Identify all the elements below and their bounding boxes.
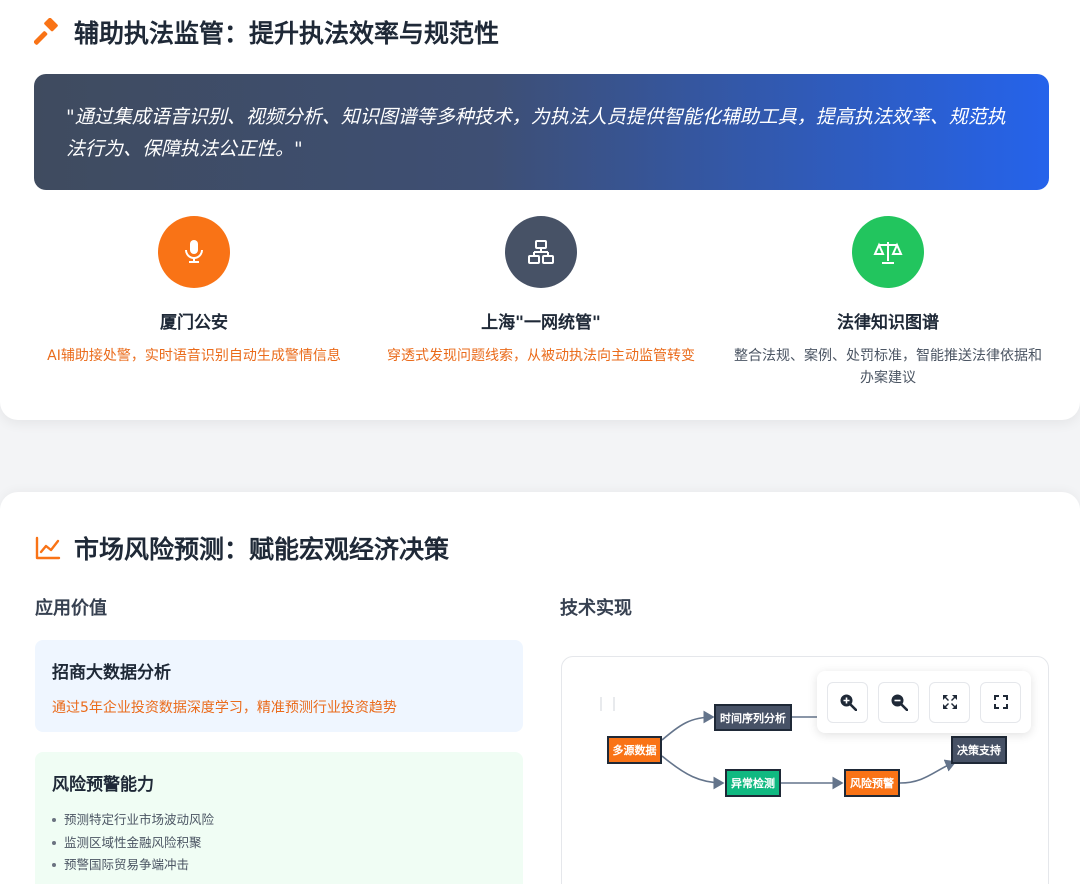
node-decision-support[interactable]: 决策支持 <box>951 736 1007 764</box>
zoom-in-button[interactable] <box>827 681 868 723</box>
node-risk-warning[interactable]: 风险预警 <box>844 769 900 797</box>
fullscreen-icon <box>993 695 1008 709</box>
zoom-in-icon <box>840 694 857 711</box>
diagram-toolbar <box>817 671 1031 733</box>
fit-view-button[interactable] <box>929 681 970 723</box>
fullscreen-button[interactable] <box>980 681 1021 723</box>
node-anomaly-detection[interactable]: 异常检测 <box>725 769 781 797</box>
flow-diagram-edges <box>600 697 957 790</box>
node-multi-source-data[interactable]: 多源数据 <box>607 736 662 764</box>
zoom-out-icon <box>891 694 908 711</box>
node-time-series-analysis[interactable]: 时间序列分析 <box>714 704 792 731</box>
fit-view-icon <box>942 695 957 709</box>
zoom-out-button[interactable] <box>878 681 919 723</box>
